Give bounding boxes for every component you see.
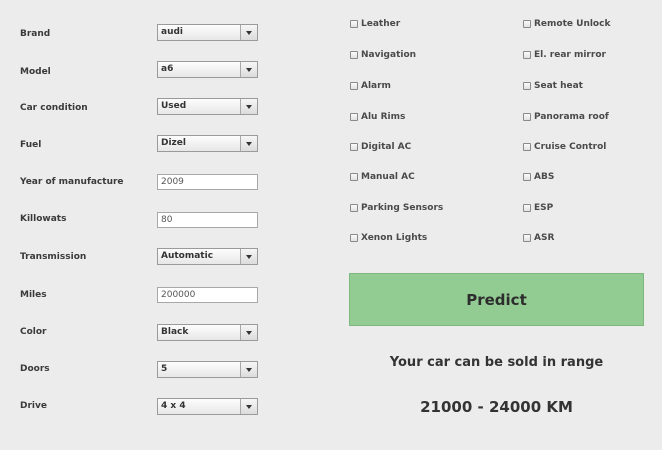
el-rear-mirror-checkbox[interactable]: El. rear mirror [523,50,606,60]
drive-dropdown-button[interactable] [240,399,257,414]
checkbox-icon [350,234,358,242]
cruise-control-label: Cruise Control [534,142,607,152]
drive-label: Drive [20,401,47,411]
digital-ac-checkbox[interactable]: Digital AC [350,142,411,152]
condition-dropdown-button[interactable] [240,99,257,114]
parking-sensors-checkbox[interactable]: Parking Sensors [350,203,443,213]
checkbox-icon [350,204,358,212]
leather-checkbox[interactable]: Leather [350,19,400,29]
model-label: Model [20,67,51,77]
drive-select[interactable]: 4 x 4 [157,398,258,415]
asr-checkbox[interactable]: ASR [523,233,554,243]
result-range: 21000 - 24000 KM [420,398,573,416]
model-select[interactable]: a6 [157,61,258,78]
panorama-roof-label: Panorama roof [534,112,609,122]
asr-label: ASR [534,233,555,243]
checkbox-icon [350,82,358,90]
checkbox-icon [350,173,358,181]
checkbox-icon [350,143,358,151]
xenon-lights-label: Xenon Lights [361,233,428,243]
alarm-label: Alarm [361,81,391,91]
transmission-select[interactable]: Automatic [157,248,258,265]
condition-select[interactable]: Used [157,98,258,115]
year-input[interactable] [157,174,258,190]
chevron-down-icon [246,404,252,409]
chevron-down-icon [246,67,252,72]
xenon-lights-checkbox[interactable]: Xenon Lights [350,233,427,243]
navigation-label: Navigation [361,50,417,60]
alu-rims-checkbox[interactable]: Alu Rims [350,112,405,122]
color-dropdown-button[interactable] [240,325,257,340]
seat-heat-checkbox[interactable]: Seat heat [523,81,583,91]
color-select-value: Black [161,327,189,337]
brand-dropdown-button[interactable] [240,25,257,40]
doors-label: Doors [20,364,50,374]
checkbox-icon [523,82,531,90]
esp-checkbox[interactable]: ESP [523,203,553,213]
chevron-down-icon [246,254,252,259]
year-label: Year of manufacture [20,177,124,187]
drive-select-value: 4 x 4 [161,401,186,411]
seat-heat-label: Seat heat [534,81,583,91]
alu-rims-label: Alu Rims [361,112,406,122]
esp-label: ESP [534,203,554,213]
transmission-select-value: Automatic [161,251,214,261]
brand-label: Brand [20,29,51,39]
checkbox-icon [523,173,531,181]
cruise-control-checkbox[interactable]: Cruise Control [523,142,606,152]
abs-checkbox[interactable]: ABS [523,172,554,182]
model-dropdown-button[interactable] [240,62,257,77]
chevron-down-icon [246,104,252,109]
transmission-label: Transmission [20,252,87,262]
checkbox-icon [523,51,531,59]
fuel-label: Fuel [20,140,42,150]
checkbox-icon [350,113,358,121]
brand-select[interactable]: audi [157,24,258,41]
brand-select-value: audi [161,27,184,37]
chevron-down-icon [246,330,252,335]
model-select-value: a6 [161,64,174,74]
doors-dropdown-button[interactable] [240,362,257,377]
chevron-down-icon [246,30,252,35]
fuel-dropdown-button[interactable] [240,136,257,151]
condition-label: Car condition [20,103,88,113]
digital-ac-label: Digital AC [361,142,412,152]
miles-label: Miles [20,290,47,300]
fuel-select-value: Dizel [161,138,186,148]
chevron-down-icon [246,367,252,372]
checkbox-icon [523,234,531,242]
checkbox-icon [523,143,531,151]
condition-select-value: Used [161,101,187,111]
el-rear-mirror-label: El. rear mirror [534,50,606,60]
checkbox-icon [350,20,358,28]
abs-label: ABS [534,172,555,182]
transmission-dropdown-button[interactable] [240,249,257,264]
remote-unlock-checkbox[interactable]: Remote Unlock [523,19,610,29]
color-label: Color [20,327,47,337]
kilowatts-input[interactable] [157,212,258,228]
parking-sensors-label: Parking Sensors [361,203,444,213]
kilowatts-label: Killowats [20,214,67,224]
checkbox-icon [523,204,531,212]
doors-select[interactable]: 5 [157,361,258,378]
leather-label: Leather [361,19,401,29]
doors-select-value: 5 [161,364,168,374]
fuel-select[interactable]: Dizel [157,135,258,152]
checkbox-icon [350,51,358,59]
alarm-checkbox[interactable]: Alarm [350,81,391,91]
manual-ac-checkbox[interactable]: Manual AC [350,172,415,182]
color-select[interactable]: Black [157,324,258,341]
checkbox-icon [523,20,531,28]
panorama-roof-checkbox[interactable]: Panorama roof [523,112,609,122]
manual-ac-label: Manual AC [361,172,415,182]
navigation-checkbox[interactable]: Navigation [350,50,416,60]
chevron-down-icon [246,141,252,146]
result-message: Your car can be sold in range [389,355,604,370]
remote-unlock-label: Remote Unlock [534,19,611,29]
miles-input[interactable] [157,287,258,303]
predict-button[interactable]: Predict [349,273,644,326]
checkbox-icon [523,113,531,121]
